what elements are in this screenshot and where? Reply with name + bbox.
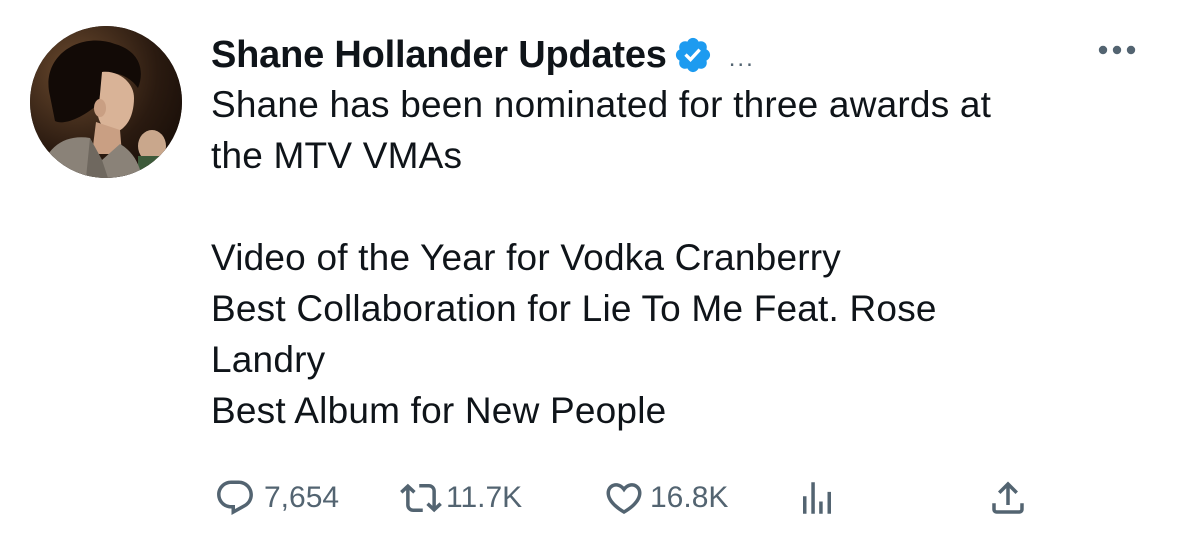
reply-count: 7,654 [264,481,340,514]
views-button[interactable] [796,474,838,522]
tweet-action-bar: 7,654 11.7K 16.8K [0,474,1179,522]
share-icon [992,481,1024,514]
tweet-text-line: Best Album for New People [211,390,667,431]
heart-icon [606,483,642,515]
tweet-text-line: the MTV VMAs [211,135,463,176]
like-count: 16.8K [650,481,729,514]
like-button[interactable]: 16.8K [602,474,728,522]
tweet-text-line: Shane has been nominated for three award… [211,84,992,125]
more-options-icon [1098,45,1136,55]
share-button[interactable] [987,474,1029,522]
tweet-text: Shane has been nominated for three award… [211,79,1151,436]
display-name[interactable]: Shane Hollander Updates [211,34,667,77]
avatar-photo [30,26,182,178]
tweet-text-line: Landry [211,339,326,380]
verified-badge-icon [673,35,713,75]
header-ellipsis: ... [728,45,755,72]
analytics-icon [803,482,831,514]
tweet-text-line: Video of the Year for Vodka Cranberry [211,237,841,278]
avatar[interactable] [30,26,182,178]
retweet-icon [400,483,442,513]
tweet-text-line: Best Collaboration for Lie To Me Feat. R… [211,288,937,329]
tweet-header: Shane Hollander Updates ... [211,30,755,80]
reply-icon [217,480,253,515]
more-options-button[interactable] [1095,38,1139,62]
reply-button[interactable]: 7,654 [214,474,339,522]
retweet-count: 11.7K [446,481,523,514]
retweet-button[interactable]: 11.7K [398,474,522,522]
